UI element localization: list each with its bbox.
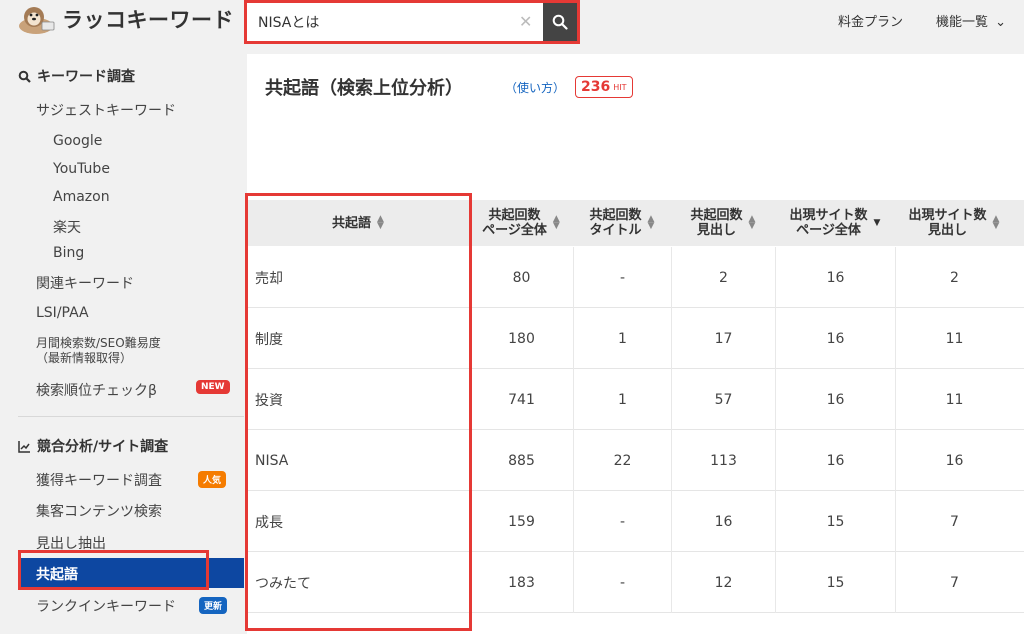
sidebar-item-rakuten[interactable]: 楽天	[53, 217, 81, 237]
count-page-cell: 741	[469, 369, 573, 430]
count-title-cell: -	[573, 491, 671, 552]
how-to-link[interactable]: （使い方）	[505, 79, 565, 96]
pricing-link[interactable]: 料金プラン	[838, 11, 903, 30]
column-header-sites-heading[interactable]: 出現サイト数 見出し ▲ ▼	[895, 200, 1013, 246]
highlight-box	[18, 550, 209, 590]
sidebar-item-lsi-paa[interactable]: LSI/PAA	[36, 305, 89, 321]
sort-icon: ▲ ▼	[647, 214, 655, 231]
sidebar-item-rank-check[interactable]: 検索順位チェックβ	[36, 380, 157, 400]
sort-icon: ▲ ▼	[552, 214, 560, 231]
column-header-label: 出現サイト数	[908, 208, 987, 223]
count-title-cell: -	[573, 552, 671, 613]
clear-icon[interactable]: ✕	[519, 12, 532, 31]
search-icon	[18, 70, 31, 83]
search-box-highlight: ✕	[244, 0, 580, 44]
sites-page-cell: 16	[775, 308, 895, 369]
sort-desc-icon: ▼	[873, 217, 881, 228]
features-menu[interactable]: 機能一覧 ⌄	[936, 11, 1006, 30]
sidebar-item-youtube[interactable]: YouTube	[53, 161, 110, 177]
column-header-count-page[interactable]: 共起回数 ページ全体 ▲ ▼	[469, 200, 573, 246]
section-title: 競合分析/サイト調査	[37, 439, 169, 455]
sidebar-item-search-volume[interactable]: 月間検索数/SEO難易度 （最新情報取得）	[36, 336, 161, 366]
search-button[interactable]	[543, 3, 577, 41]
chart-line-icon	[18, 440, 30, 453]
section-keyword-research: キーワード調査	[18, 66, 135, 86]
column-header-sites-page[interactable]: 出現サイト数 ページ全体 ▼	[775, 200, 895, 246]
count-page-cell: 80	[469, 247, 573, 308]
popular-badge: 人気	[198, 471, 227, 488]
count-title-cell: 22	[573, 430, 671, 491]
sort-icon: ▲ ▼	[748, 214, 756, 231]
column-header-label: 共起回数	[488, 208, 541, 223]
count-page-cell: 885	[469, 430, 573, 491]
sites-heading-cell: 11	[895, 308, 1013, 369]
term-column-highlight	[245, 193, 472, 631]
column-header-sublabel: タイトル	[589, 223, 642, 238]
column-header-sublabel: 見出し	[697, 223, 737, 238]
top-bar: ラッコキーワード ✕ 料金プラン 機能一覧 ⌄	[0, 0, 1024, 44]
count-title-cell: 1	[573, 369, 671, 430]
sidebar-item-label-sub: （最新情報取得）	[36, 351, 133, 365]
count-heading-cell: 17	[671, 308, 775, 369]
sidebar-item-google[interactable]: Google	[53, 133, 102, 149]
features-label: 機能一覧	[936, 15, 989, 30]
sites-heading-cell: 16	[895, 430, 1013, 491]
count-title-cell: -	[573, 247, 671, 308]
hit-label: HIT	[613, 82, 627, 92]
hit-count-badge: 236 HIT	[575, 76, 633, 98]
otter-logo-icon	[19, 7, 55, 34]
search-input[interactable]	[250, 6, 542, 38]
section-competitor-analysis: 競合分析/サイト調査	[18, 436, 168, 456]
hit-count: 236	[581, 79, 611, 95]
sites-page-cell: 16	[775, 369, 895, 430]
column-header-count-title[interactable]: 共起回数 タイトル ▲ ▼	[573, 200, 671, 246]
sites-page-cell: 16	[775, 430, 895, 491]
count-heading-cell: 16	[671, 491, 775, 552]
count-page-cell: 183	[469, 552, 573, 613]
sidebar-item-rank-in-keywords[interactable]: ランクインキーワード	[36, 596, 176, 616]
sidebar-item-suggest[interactable]: サジェストキーワード	[36, 100, 176, 120]
sites-page-cell: 15	[775, 491, 895, 552]
sidebar-item-related[interactable]: 関連キーワード	[36, 273, 134, 293]
sidebar-item-amazon[interactable]: Amazon	[53, 189, 110, 205]
count-title-cell: 1	[573, 308, 671, 369]
column-header-label: 共起回数	[589, 208, 642, 223]
count-heading-cell: 113	[671, 430, 775, 491]
sites-heading-cell: 7	[895, 552, 1013, 613]
count-page-cell: 180	[469, 308, 573, 369]
count-heading-cell: 2	[671, 247, 775, 308]
logo[interactable]: ラッコキーワード	[16, 4, 234, 34]
section-title: キーワード調査	[37, 69, 135, 85]
sidebar-item-bing[interactable]: Bing	[53, 245, 84, 261]
sidebar-item-acquired-keywords[interactable]: 獲得キーワード調査	[36, 470, 162, 490]
sidebar-item-content-search[interactable]: 集客コンテンツ検索	[36, 501, 162, 521]
count-heading-cell: 57	[671, 369, 775, 430]
sites-heading-cell: 7	[895, 491, 1013, 552]
sites-page-cell: 16	[775, 247, 895, 308]
sites-heading-cell: 2	[895, 247, 1013, 308]
chevron-down-icon: ⌄	[995, 15, 1007, 30]
count-page-cell: 159	[469, 491, 573, 552]
search-icon	[552, 14, 568, 30]
app-name: ラッコキーワード	[62, 8, 234, 32]
sites-heading-cell: 11	[895, 369, 1013, 430]
count-heading-cell: 12	[671, 552, 775, 613]
sort-icon: ▲ ▼	[992, 214, 1000, 231]
page-title: 共起語（検索上位分析）	[265, 78, 463, 99]
column-header-sublabel: ページ全体	[482, 223, 547, 238]
sidebar-item-label: 月間検索数/SEO難易度	[36, 336, 161, 350]
column-header-label: 共起回数	[690, 208, 743, 223]
column-header-sublabel: 見出し	[928, 223, 968, 238]
new-badge: NEW	[196, 380, 230, 394]
updated-badge: 更新	[199, 597, 228, 614]
sidebar: キーワード調査 サジェストキーワード Google YouTube Amazon…	[0, 42, 244, 634]
column-header-count-heading[interactable]: 共起回数 見出し ▲ ▼	[671, 200, 775, 246]
divider	[18, 416, 244, 417]
sites-page-cell: 15	[775, 552, 895, 613]
column-header-sublabel: ページ全体	[796, 223, 861, 238]
column-header-label: 出現サイト数	[789, 208, 868, 223]
